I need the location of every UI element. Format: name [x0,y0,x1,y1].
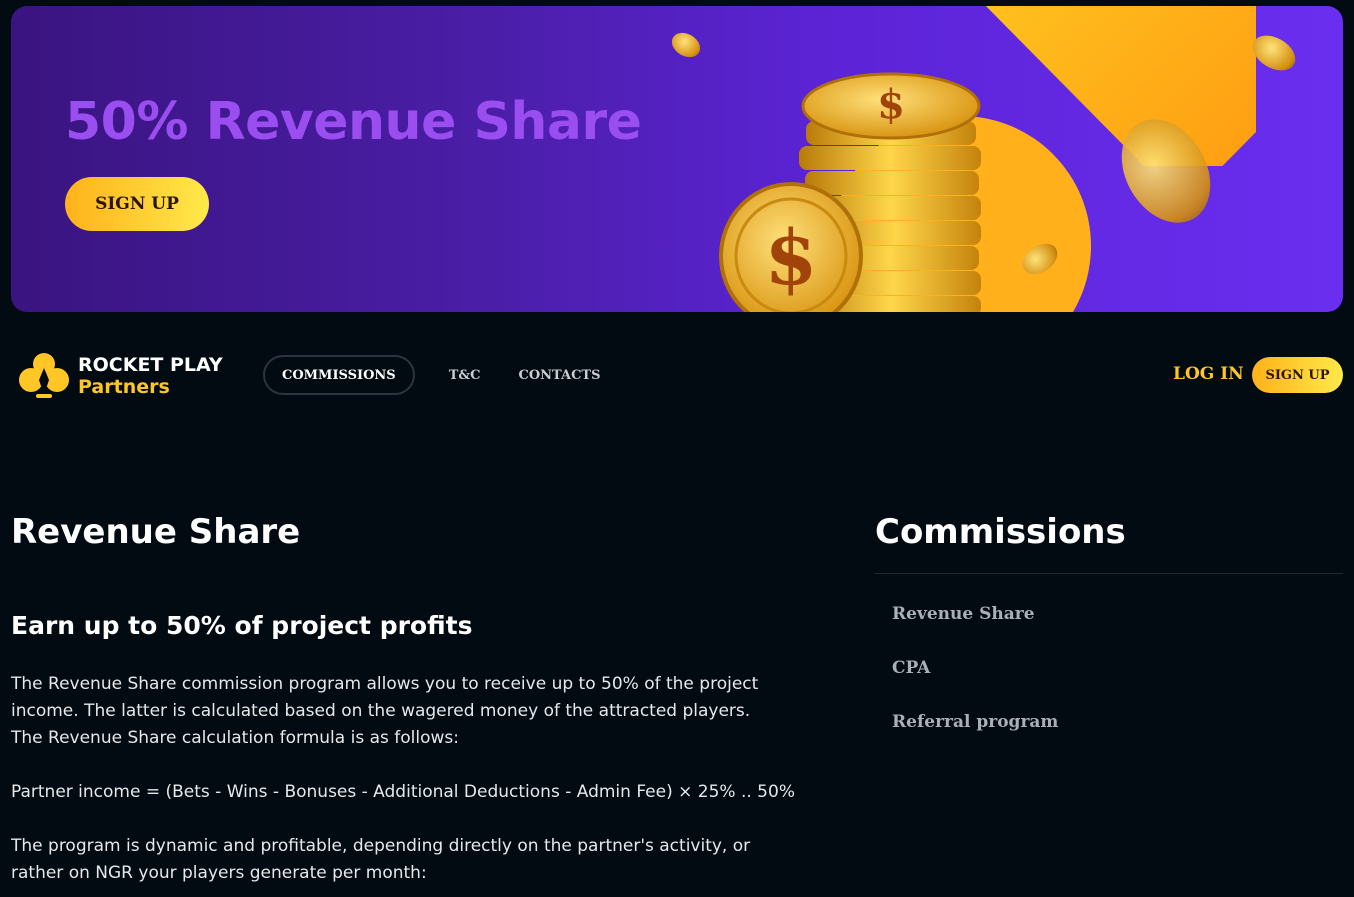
sidebar-item-referral-program[interactable]: Referral program [892,712,1058,732]
login-link[interactable]: LOG IN [1173,364,1244,384]
program-description: The program is dynamic and profitable, d… [11,836,751,883]
banner-title: 50% Revenue Share [65,92,642,152]
svg-text:$: $ [765,213,818,302]
site-header: ROCKET PLAY Partners COMMISSIONS T&C CON… [0,340,1354,410]
sidebar-item-revenue-share[interactable]: Revenue Share [892,604,1035,624]
header-signup-button[interactable]: SIGN UP [1252,357,1343,393]
nav-item-contacts[interactable]: CONTACTS [501,355,617,395]
logo-subtitle: Partners [78,376,170,398]
formula-text: Partner income = (Bets - Wins - Bonuses … [11,782,795,802]
page-title: Revenue Share [11,512,301,552]
description-paragraph: The Revenue Share commission program all… [11,674,759,721]
sidebar-item-cpa[interactable]: CPA [892,658,930,678]
banner-signup-button[interactable]: SIGN UP [65,177,209,231]
nav-item-tc[interactable]: T&C [432,355,498,395]
sidebar-divider [875,573,1343,574]
main-nav: COMMISSIONS T&C CONTACTS [263,355,617,395]
section-subtitle: Earn up to 50% of project profits [11,611,473,640]
logo[interactable]: ROCKET PLAY Partners [18,350,223,402]
logo-title: ROCKET PLAY [78,354,223,376]
formula-intro: The Revenue Share calculation formula is… [11,728,459,748]
svg-text:$: $ [877,81,905,128]
nav-item-commissions[interactable]: COMMISSIONS [263,355,415,395]
flying-coin-icon [667,27,705,63]
rocket-logo-icon [19,353,69,398]
coin-stack-icon: $ $ [719,72,981,312]
sidebar-title: Commissions [875,512,1126,552]
promo-banner: $ $ 50% Revenue Share SIGN UP [11,6,1343,312]
